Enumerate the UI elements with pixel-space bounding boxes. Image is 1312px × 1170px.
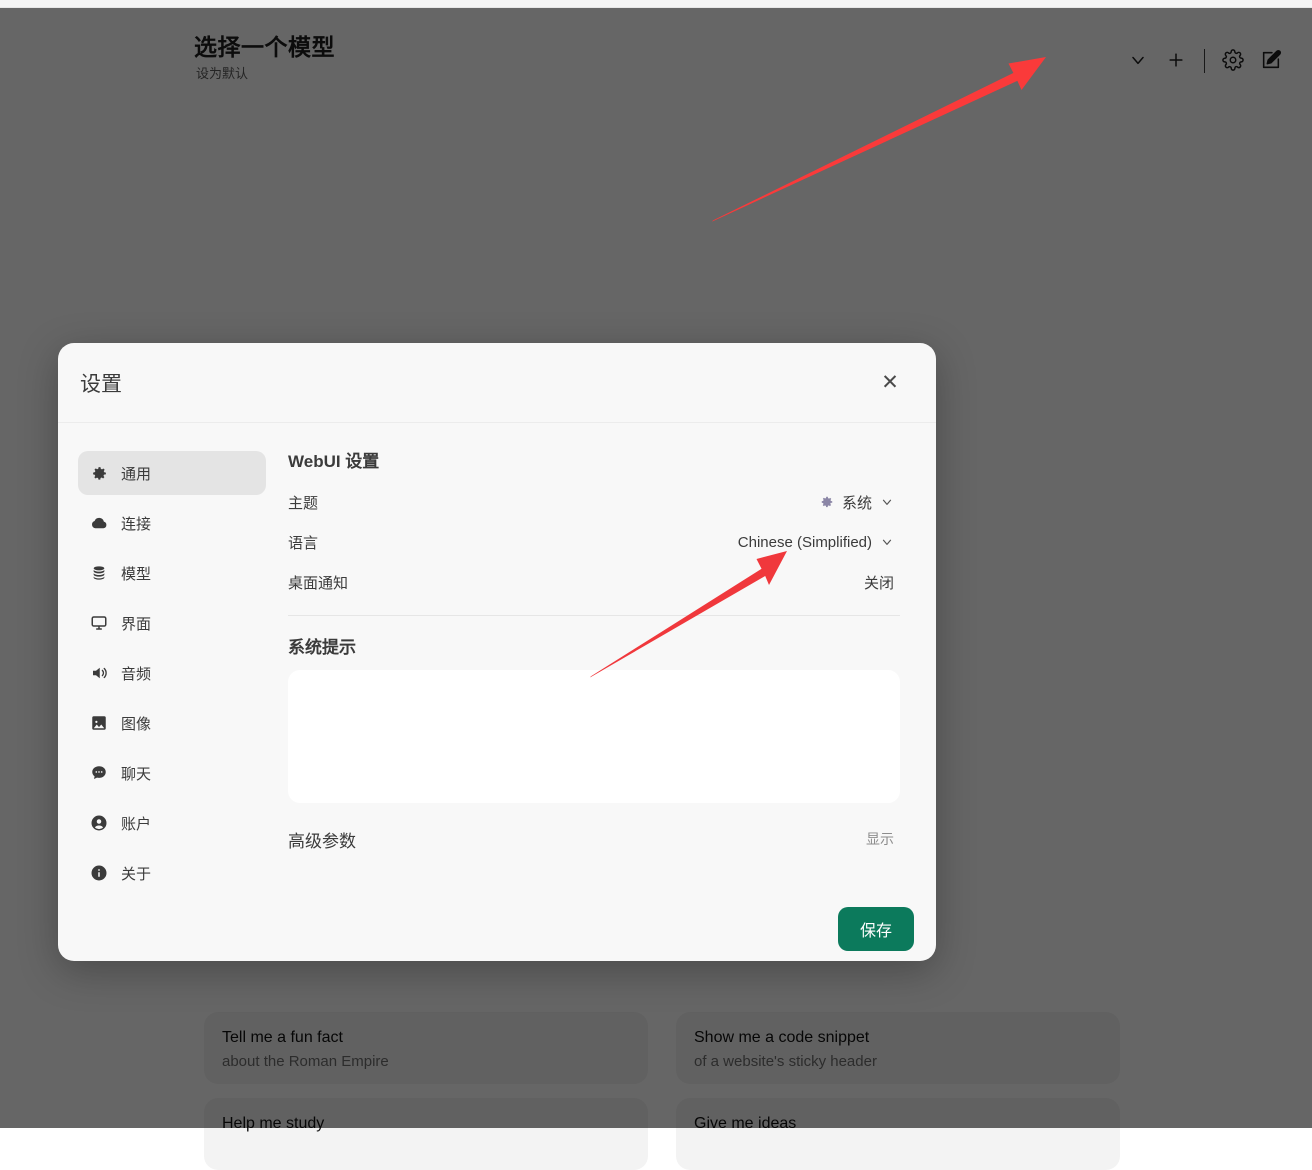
image-icon — [90, 714, 108, 732]
sidebar-item-images[interactable]: 图像 — [78, 701, 266, 745]
sidebar-item-label: 连接 — [121, 513, 151, 534]
speaker-icon — [90, 664, 108, 682]
sidebar-item-chats[interactable]: 聊天 — [78, 751, 266, 795]
system-prompt-input[interactable] — [288, 670, 900, 803]
cloud-icon — [90, 514, 108, 532]
sidebar-item-account[interactable]: 账户 — [78, 801, 266, 845]
monitor-icon — [90, 614, 108, 632]
sidebar-item-audio[interactable]: 音频 — [78, 651, 266, 695]
language-value: Chinese (Simplified) — [738, 534, 872, 551]
sidebar-item-general[interactable]: 通用 — [78, 451, 266, 495]
webui-settings-heading: WebUI 设置 — [288, 447, 900, 472]
sidebar-item-interface[interactable]: 界面 — [78, 601, 266, 645]
settings-dialog-title: 设置 — [80, 368, 122, 398]
chat-bubble-icon — [90, 764, 108, 782]
language-label: 语言 — [288, 532, 318, 553]
sidebar-item-label: 通用 — [121, 463, 151, 484]
info-circle-icon — [90, 864, 108, 882]
gear-icon — [90, 464, 108, 482]
database-icon — [90, 564, 108, 582]
desktop-notifications-label: 桌面通知 — [288, 572, 348, 593]
system-prompt-heading: 系统提示 — [288, 633, 900, 658]
sidebar-item-label: 界面 — [121, 613, 151, 634]
user-circle-icon — [90, 814, 108, 832]
advanced-params-show-button[interactable]: 显示 — [860, 828, 900, 850]
advanced-params-row: 高级参数 显示 — [288, 818, 900, 860]
sidebar-item-label: 图像 — [121, 713, 151, 734]
advanced-params-label: 高级参数 — [288, 827, 356, 852]
general-settings-pane: WebUI 设置 主题 系统 — [280, 435, 936, 901]
sidebar-item-label: 聊天 — [121, 763, 151, 784]
theme-row: 主题 系统 — [288, 482, 900, 522]
settings-dialog: 设置 ✕ 通用 连接 — [58, 343, 936, 961]
save-button[interactable]: 保存 — [838, 907, 914, 951]
settings-divider — [288, 615, 900, 616]
settings-dialog-header: 设置 ✕ — [58, 343, 936, 423]
gear-icon — [820, 495, 834, 509]
settings-sidebar: 通用 连接 模型 — [58, 435, 280, 901]
close-icon: ✕ — [881, 372, 899, 393]
close-button[interactable]: ✕ — [874, 367, 906, 399]
chevron-down-icon — [880, 535, 894, 549]
sidebar-item-label: 账户 — [121, 813, 151, 834]
theme-value: 系统 — [842, 492, 872, 513]
settings-dialog-footer: 保存 — [58, 901, 936, 961]
sidebar-item-models[interactable]: 模型 — [78, 551, 266, 595]
sidebar-item-connections[interactable]: 连接 — [78, 501, 266, 545]
settings-dialog-body: 通用 连接 模型 — [58, 423, 936, 901]
chevron-down-icon — [880, 495, 894, 509]
sidebar-item-label: 模型 — [121, 563, 151, 584]
browser-top-strip — [0, 0, 1312, 8]
sidebar-item-label: 关于 — [121, 863, 151, 884]
theme-label: 主题 — [288, 492, 318, 513]
sidebar-item-about[interactable]: 关于 — [78, 851, 266, 895]
language-row: 语言 Chinese (Simplified) — [288, 522, 900, 562]
desktop-notifications-row: 桌面通知 关闭 — [288, 562, 900, 602]
sidebar-item-label: 音频 — [121, 663, 151, 684]
theme-select[interactable]: 系统 — [814, 491, 900, 514]
language-select[interactable]: Chinese (Simplified) — [732, 533, 900, 552]
desktop-notifications-toggle[interactable]: 关闭 — [858, 571, 900, 594]
